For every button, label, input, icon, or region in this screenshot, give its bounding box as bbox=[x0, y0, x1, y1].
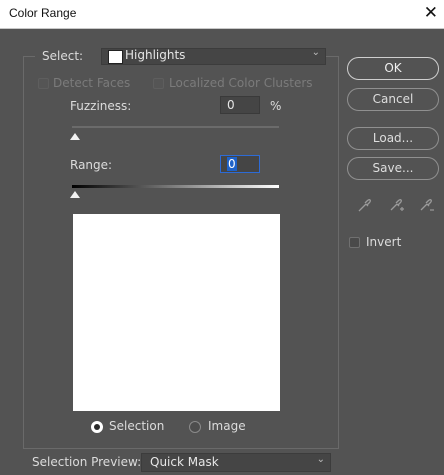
localized-clusters-label: Localized Color Clusters bbox=[169, 76, 313, 90]
selection-preview-value: Quick Mask bbox=[150, 455, 219, 469]
fuzziness-label: Fuzziness: bbox=[70, 99, 132, 113]
detect-faces-checkbox[interactable] bbox=[38, 78, 49, 89]
range-label: Range: bbox=[70, 158, 113, 172]
invert-checkbox[interactable] bbox=[349, 237, 360, 248]
image-radio-label: Image bbox=[208, 419, 246, 433]
eyedropper-icon[interactable] bbox=[357, 197, 373, 213]
detect-faces-label: Detect Faces bbox=[53, 76, 131, 90]
save-button[interactable]: Save... bbox=[347, 157, 439, 180]
localized-clusters-checkbox[interactable] bbox=[153, 78, 164, 89]
eyedropper-plus-icon[interactable] bbox=[388, 197, 406, 213]
range-slider-track[interactable] bbox=[72, 185, 279, 188]
selection-preview-image bbox=[73, 214, 280, 411]
fuzziness-input[interactable]: 0 bbox=[220, 96, 260, 114]
color-swatch bbox=[108, 50, 123, 64]
title-bar: Color Range ✕ bbox=[0, 0, 444, 29]
select-value: Highlights bbox=[125, 48, 186, 62]
ok-button[interactable]: OK bbox=[347, 57, 439, 80]
load-button[interactable]: Load... bbox=[347, 127, 439, 150]
range-input[interactable]: 0 bbox=[220, 155, 260, 173]
fuzziness-slider-thumb[interactable] bbox=[70, 133, 80, 140]
image-radio[interactable] bbox=[189, 421, 201, 433]
fuzziness-slider-track[interactable] bbox=[72, 126, 279, 128]
selection-preview-dropdown[interactable]: Quick Mask ⌄ bbox=[141, 453, 331, 472]
selection-preview-label: Selection Preview: bbox=[32, 455, 142, 469]
eyedropper-minus-icon[interactable] bbox=[418, 197, 436, 213]
select-dropdown[interactable]: Highlights ⌄ bbox=[101, 47, 326, 65]
range-slider-thumb[interactable] bbox=[70, 191, 80, 198]
range-value: 0 bbox=[227, 157, 237, 171]
close-icon[interactable]: ✕ bbox=[424, 3, 438, 23]
fuzziness-unit: % bbox=[270, 99, 282, 113]
chevron-down-icon: ⌄ bbox=[316, 454, 325, 465]
chevron-down-icon: ⌄ bbox=[311, 47, 320, 58]
select-label: Select: bbox=[42, 49, 84, 63]
cancel-button[interactable]: Cancel bbox=[347, 88, 439, 111]
window-title: Color Range bbox=[9, 6, 77, 20]
selection-radio[interactable] bbox=[91, 421, 103, 433]
selection-radio-label: Selection bbox=[109, 419, 165, 433]
fuzziness-value: 0 bbox=[227, 98, 235, 112]
frame-top-left bbox=[23, 56, 35, 57]
invert-label: Invert bbox=[366, 235, 402, 249]
